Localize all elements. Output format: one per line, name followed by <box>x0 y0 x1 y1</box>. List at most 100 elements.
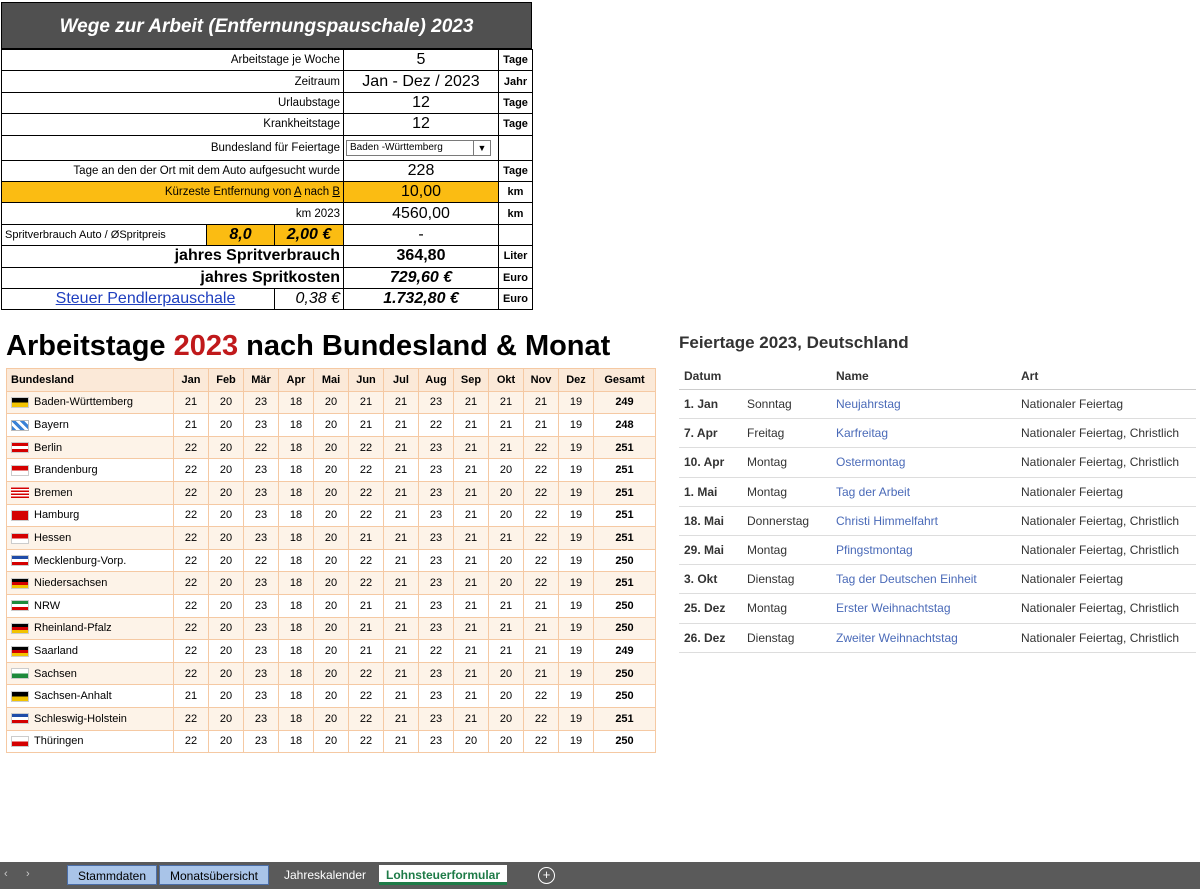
holiday-name-link[interactable]: Erster Weihnachtstag <box>831 593 1016 624</box>
holiday-name-link[interactable]: Tag der Arbeit <box>831 477 1016 507</box>
sprit-verbrauch[interactable]: 8,0 <box>206 223 275 247</box>
month-workdays-cell: 21 <box>488 593 524 618</box>
state-name: Baden-Württemberg <box>34 396 134 409</box>
month-workdays-cell: 20 <box>488 729 524 754</box>
workdays-header-cell: Okt <box>488 368 524 392</box>
holiday-date: 7. Apr <box>679 418 742 449</box>
holidays-header-art: Art <box>1016 363 1196 390</box>
month-workdays-cell: 22 <box>418 639 454 663</box>
month-workdays-cell: 21 <box>173 413 209 437</box>
calc-row-km: km 2023 4560,00 km <box>1 202 533 225</box>
month-workdays-cell: 21 <box>453 571 489 595</box>
month-workdays-cell: 22 <box>418 413 454 437</box>
month-workdays-cell: 21 <box>488 526 524 550</box>
month-workdays-cell: 21 <box>488 639 524 663</box>
state-cell: Hessen <box>6 526 174 550</box>
calc-row-zeitraum: Zeitraum Jan - Dez / 2023 Jahr <box>1 70 533 93</box>
workdays-header-cell: Feb <box>208 368 244 392</box>
month-workdays-cell: 21 <box>348 593 384 618</box>
state-flag-icon <box>11 555 29 567</box>
krank-value[interactable]: 12 <box>343 113 499 136</box>
holiday-weekday: Montag <box>742 593 831 624</box>
month-workdays-cell: 20 <box>488 684 524 708</box>
jahreskosten-unit: Euro <box>498 266 533 289</box>
month-workdays-cell: 21 <box>348 616 384 641</box>
holiday-date: 3. Okt <box>679 564 742 595</box>
tab-monatsuebersicht[interactable]: Monatsübersicht <box>159 865 269 885</box>
month-workdays-cell: 21 <box>488 413 524 437</box>
holidays-title: Feiertage 2023, Deutschland <box>679 333 909 352</box>
state-name: Rheinland-Pfalz <box>34 622 112 635</box>
holiday-name-link[interactable]: Pfingstmontag <box>831 535 1016 566</box>
holiday-name-link[interactable]: Neujahrstag <box>831 389 1016 420</box>
add-sheet-icon[interactable]: + <box>538 867 555 884</box>
tab-scroll-left-icon[interactable]: ‹ <box>4 868 8 880</box>
month-workdays-cell: 22 <box>173 706 209 731</box>
tab-stammdaten[interactable]: Stammdaten <box>67 865 157 885</box>
month-workdays-cell: 21 <box>383 548 419 573</box>
sprit-preis[interactable]: 2,00 € <box>274 223 344 247</box>
total-workdays-cell: 250 <box>593 729 656 754</box>
holiday-name-link[interactable]: Karfreitag <box>831 418 1016 449</box>
state-name: Niedersachsen <box>34 577 108 590</box>
workdays-row: Hessen 22 20 23 18 20 21 21 23 21 21 22 19 251 <box>6 526 656 550</box>
jahreskosten-value: 729,60 € <box>343 266 499 289</box>
month-workdays-cell: 21 <box>173 390 209 415</box>
calc-table: Arbeitstage je Woche 5 Tage Zeitraum Jan… <box>1 48 533 311</box>
month-workdays-cell: 18 <box>278 480 314 505</box>
holiday-name-link[interactable]: Zweiter Weihnachtstag <box>831 623 1016 653</box>
holidays-table: Datum Name Art 1. Jan Sonntag Neujahrstag N… <box>679 363 1196 653</box>
pendler-label-cell: Steuer Pendlerpauschale <box>1 287 275 311</box>
tab-jahreskalender[interactable]: Jahreskalender <box>275 865 375 885</box>
state-flag-icon <box>11 668 29 680</box>
month-workdays-cell: 18 <box>278 571 314 595</box>
holiday-date: 18. Mai <box>679 506 742 536</box>
month-workdays-cell: 22 <box>173 526 209 550</box>
urlaub-value[interactable]: 12 <box>343 91 499 115</box>
holidays-header-name: Name <box>831 363 1016 390</box>
month-workdays-cell: 20 <box>208 729 244 754</box>
jahresverbrauch-unit: Liter <box>498 245 533 268</box>
month-workdays-cell: 23 <box>243 413 279 437</box>
state-cell: Sachsen <box>6 661 174 686</box>
entfernung-value[interactable]: 10,00 <box>343 180 499 204</box>
month-workdays-cell: 21 <box>383 616 419 641</box>
state-cell: Bremen <box>6 480 174 505</box>
arbeitstage-value[interactable]: 5 <box>343 48 499 72</box>
month-workdays-cell: 23 <box>418 548 454 573</box>
holiday-weekday: Dienstag <box>742 623 831 653</box>
workdays-table: Bundesland Jan Feb Mär Apr Mai Jun Jul Aug Sep Okt… <box>6 368 656 754</box>
workdays-row: Schleswig-Holstein 22 20 23 18 20 22 21 23 21 20 22… <box>6 706 656 731</box>
month-workdays-cell: 21 <box>488 390 524 415</box>
month-workdays-cell: 23 <box>418 503 454 528</box>
sheet-tab-bar: ‹ › Stammdaten Monatsübersicht Jahreskal… <box>0 862 1200 889</box>
holiday-date: 1. Jan <box>679 389 742 420</box>
holiday-name-link[interactable]: Christi Himmelfahrt <box>831 506 1016 536</box>
tab-lohnsteuerformular[interactable]: Lohnsteuerformular <box>379 865 507 885</box>
state-flag-icon <box>11 577 29 589</box>
bundesland-dropdown[interactable]: Baden -Württemberg ▼ <box>346 139 491 156</box>
state-cell: Baden-Württemberg <box>6 390 174 415</box>
workdays-header-cell: Jan <box>173 368 209 392</box>
holiday-name-link[interactable]: Tag der Deutschen Einheit <box>831 564 1016 595</box>
pendler-rate: 0,38 € <box>274 287 344 311</box>
month-workdays-cell: 21 <box>383 458 419 482</box>
holiday-name-link[interactable]: Ostermontag <box>831 447 1016 478</box>
state-name: Hamburg <box>34 509 80 522</box>
month-workdays-cell: 19 <box>558 639 594 663</box>
state-cell: NRW <box>6 593 174 618</box>
holiday-weekday: Montag <box>742 447 831 478</box>
workdays-header-cell: Apr <box>278 368 314 392</box>
tab-scroll-right-icon[interactable]: › <box>26 868 30 880</box>
state-cell: Bayern <box>6 413 174 437</box>
dropdown-arrow-icon[interactable]: ▼ <box>473 140 490 155</box>
month-workdays-cell: 23 <box>243 503 279 528</box>
state-flag-icon <box>11 690 29 702</box>
month-workdays-cell: 19 <box>558 593 594 618</box>
total-workdays-cell: 250 <box>593 616 656 641</box>
state-cell: Rheinland-Pfalz <box>6 616 174 641</box>
zeitraum-value[interactable]: Jan - Dez / 2023 <box>343 70 499 93</box>
pendler-link[interactable]: Steuer Pendlerpauschale <box>56 290 236 307</box>
month-workdays-cell: 20 <box>488 571 524 595</box>
holiday-type: Nationaler Feiertag <box>1016 564 1196 595</box>
